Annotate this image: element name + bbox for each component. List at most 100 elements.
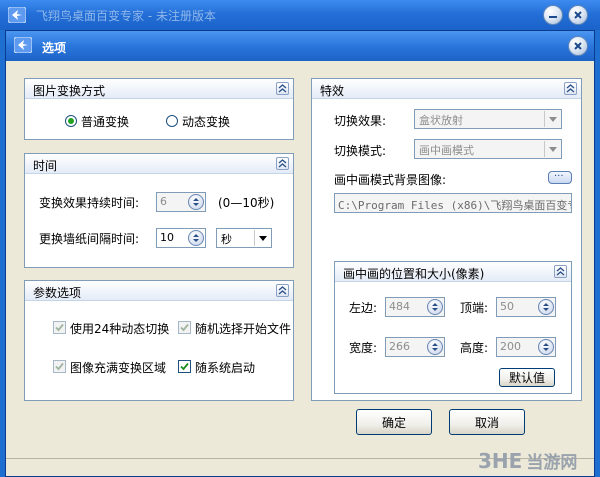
chevron-down-icon — [548, 116, 557, 122]
pip-height-spinner[interactable]: 200 — [496, 337, 556, 357]
ok-label: 确定 — [381, 415, 406, 430]
chevron-up-icon — [278, 84, 287, 93]
radio-dynamic-transition[interactable] — [166, 115, 178, 127]
checkmark-icon — [55, 323, 64, 332]
image-transition-panel: 图片变换方式 普通变换 动态变换 — [24, 78, 294, 140]
effects-panel: 特效 切换效果: 盒状放射 切换模式: 画中画模式 画中画模式背景图像: ...… — [311, 78, 582, 401]
pip-position-panel: 画中画的位置和大小(像素) 左边: 484 顶端: 50 宽度: 266 高度:… — [334, 261, 572, 394]
pip-left-spinner[interactable]: 484 — [385, 297, 445, 317]
switch-mode-select[interactable]: 画中画模式 — [414, 139, 562, 159]
chevron-up-icon — [278, 286, 287, 295]
dialog-title: 选项 — [42, 41, 67, 55]
chevron-up-icon — [556, 267, 565, 276]
checkbox-random-start-label: 随机选择开始文件 — [195, 322, 292, 336]
spin-buttons[interactable] — [538, 339, 554, 355]
outer-close-button[interactable] — [568, 5, 588, 25]
panel-header: 参数选项 — [25, 281, 293, 301]
dialog-bird-icon — [14, 37, 32, 53]
spin-buttons[interactable] — [427, 299, 443, 315]
radio-normal-transition[interactable] — [65, 115, 77, 127]
interval-unit-value: 秒 — [221, 233, 232, 246]
collapse-button[interactable] — [276, 157, 289, 170]
pip-left-value: 484 — [389, 300, 410, 313]
collapse-button[interactable] — [276, 82, 289, 95]
panel-title: 图片变换方式 — [33, 84, 106, 98]
cancel-button[interactable]: 取消 — [449, 409, 525, 435]
pip-bg-label: 画中画模式背景图像: — [334, 173, 447, 187]
dropdown-arrow[interactable] — [254, 230, 270, 246]
pip-bg-path-value: C:\Program Files (x86)\飞翔鸟桌面百变专家 — [338, 199, 572, 212]
close-icon — [574, 42, 582, 50]
chevron-down-icon — [548, 146, 557, 152]
minimize-button[interactable] — [543, 5, 563, 25]
pip-width-value: 266 — [389, 340, 410, 353]
default-values-label: 默认值 — [508, 371, 545, 385]
ok-button[interactable]: 确定 — [356, 409, 432, 435]
panel-title: 画中画的位置和大小(像素) — [343, 267, 485, 281]
pip-width-spinner[interactable]: 266 — [385, 337, 445, 357]
chevron-down-icon — [258, 235, 267, 241]
panel-header: 画中画的位置和大小(像素) — [335, 262, 571, 282]
dialog-titlebar: 选项 — [6, 31, 594, 61]
switch-effect-select[interactable]: 盒状放射 — [414, 109, 562, 129]
interval-spin-buttons[interactable] — [188, 230, 204, 246]
watermark-site: 当游网 — [526, 453, 578, 473]
chevron-up-icon — [566, 84, 575, 93]
checkbox-24-dynamic-label: 使用24种动态切换 — [70, 322, 170, 336]
pip-height-value: 200 — [500, 340, 521, 353]
panel-header: 图片变换方式 — [25, 79, 293, 99]
spin-buttons[interactable] — [427, 339, 443, 355]
dropdown-arrow[interactable] — [544, 111, 560, 127]
switch-mode-label: 切换模式: — [334, 144, 387, 158]
watermark: 3HE 当游网 — [478, 448, 577, 473]
duration-label: 变换效果持续时间: — [39, 196, 140, 210]
chevron-up-icon — [278, 159, 287, 168]
checkbox-startup-label: 随系统启动 — [195, 361, 256, 375]
panel-header: 特效 — [312, 79, 581, 99]
minimize-icon — [549, 16, 557, 18]
interval-spinner[interactable]: 10 — [156, 228, 206, 248]
time-panel: 时间 变换效果持续时间: 6 (0—10秒) 更换墙纸间隔时间: 10 秒 — [24, 153, 294, 268]
close-icon — [574, 11, 582, 19]
params-panel: 参数选项 使用24种动态切换 随机选择开始文件 图像充满变换区域 随系统启动 — [24, 280, 294, 401]
checkbox-24-dynamic[interactable] — [53, 321, 66, 334]
switch-mode-value: 画中画模式 — [419, 144, 474, 157]
options-dialog: 选项 图片变换方式 普通变换 动态变换 时间 变换效果持续时间: 6 (0—10… — [5, 30, 595, 477]
collapse-button[interactable] — [276, 284, 289, 297]
checkbox-fill-area-label: 图像充满变换区域 — [70, 361, 167, 375]
collapse-button[interactable] — [564, 82, 577, 95]
interval-unit-select[interactable]: 秒 — [216, 228, 272, 248]
interval-label: 更换墙纸间隔时间: — [39, 232, 140, 246]
app-bird-icon — [8, 7, 26, 23]
switch-effect-label: 切换效果: — [334, 114, 387, 128]
spin-arrows-icon — [193, 198, 199, 206]
duration-spinner[interactable]: 6 — [156, 192, 206, 212]
checkbox-random-start[interactable] — [178, 321, 191, 334]
spin-arrows-icon — [193, 234, 199, 242]
pip-bg-path-field[interactable]: C:\Program Files (x86)\飞翔鸟桌面百变专家 — [334, 193, 572, 213]
panel-title: 时间 — [33, 159, 58, 173]
duration-spin-buttons[interactable] — [188, 194, 204, 210]
browse-button[interactable]: ... — [548, 168, 572, 184]
switch-effect-value: 盒状放射 — [419, 114, 463, 127]
collapse-button[interactable] — [554, 265, 567, 278]
spin-buttons[interactable] — [538, 299, 554, 315]
pip-top-spinner[interactable]: 50 — [496, 297, 556, 317]
checkbox-fill-area[interactable] — [53, 360, 66, 373]
pip-left-label: 左边: — [349, 301, 378, 315]
browse-label: ... — [554, 168, 564, 179]
dropdown-arrow[interactable] — [544, 141, 560, 157]
pip-top-value: 50 — [500, 300, 514, 313]
interval-value: 10 — [160, 231, 174, 244]
spin-arrows-icon — [432, 343, 438, 351]
panel-title: 参数选项 — [33, 286, 82, 300]
watermark-brand: 3HE — [478, 449, 523, 473]
spin-arrows-icon — [543, 303, 549, 311]
cancel-label: 取消 — [474, 415, 499, 430]
checkbox-startup[interactable] — [178, 360, 191, 373]
duration-hint: (0—10秒) — [218, 196, 275, 210]
dialog-close-button[interactable] — [568, 36, 588, 56]
default-values-button[interactable]: 默认值 — [499, 368, 555, 387]
checkmark-icon — [55, 362, 64, 371]
panel-title: 特效 — [320, 84, 345, 98]
